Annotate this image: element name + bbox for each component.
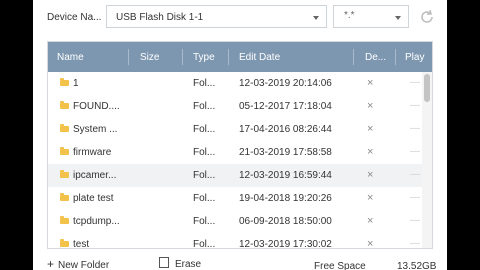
play-icon[interactable]: — <box>410 123 420 134</box>
file-name: ipcamer... <box>73 170 117 181</box>
play-icon[interactable]: — <box>410 146 420 157</box>
file-name: FOUND.... <box>73 101 120 112</box>
delete-icon[interactable]: × <box>367 238 373 248</box>
scrollbar[interactable] <box>422 72 432 248</box>
chevron-down-icon <box>395 16 401 20</box>
play-icon[interactable]: — <box>410 100 420 111</box>
delete-icon[interactable]: × <box>367 192 373 204</box>
file-name: System ... <box>73 124 118 135</box>
free-space-label: Free Space <box>314 261 366 270</box>
folder-icon <box>60 78 69 86</box>
file-edit-date: 06-09-2018 18:50:00 <box>239 216 332 227</box>
file-type: Fol... <box>193 124 216 135</box>
file-type: Fol... <box>193 101 216 112</box>
erase-button[interactable]: Erase <box>159 257 201 270</box>
play-icon[interactable]: — <box>410 169 420 180</box>
device-row: Device Na... USB Flash Disk 1-1 *.* <box>33 0 447 34</box>
device-select[interactable]: USB Flash Disk 1-1 <box>106 5 327 28</box>
column-divider <box>395 49 396 65</box>
file-edit-date: 12-03-2019 17:30:02 <box>239 239 332 249</box>
table-row[interactable]: System ... Fol... 17-04-2016 08:26:44 × — <box>48 118 422 141</box>
file-type: Fol... <box>193 193 216 204</box>
free-space-value: 13.52GB <box>397 261 437 270</box>
device-select-value: USB Flash Disk 1-1 <box>116 12 204 23</box>
file-name: plate test <box>73 193 114 204</box>
eraser-icon <box>159 257 169 268</box>
column-delete[interactable]: De... <box>365 52 386 63</box>
column-size[interactable]: Size <box>140 52 159 63</box>
file-manager-panel: Device Na... USB Flash Disk 1-1 *.* Name… <box>33 0 447 270</box>
file-edit-date: 17-04-2016 08:26:44 <box>239 124 332 135</box>
table-row[interactable]: plate test Fol... 19-04-2018 19:20:26 × — <box>48 187 422 210</box>
table-row[interactable]: tcpdump... Fol... 06-09-2018 18:50:00 × — <box>48 210 422 233</box>
folder-icon <box>60 193 69 201</box>
file-type: Fol... <box>193 147 216 158</box>
file-edit-date: 21-03-2019 17:58:58 <box>239 147 332 158</box>
play-icon[interactable]: — <box>410 238 420 248</box>
delete-icon[interactable]: × <box>367 100 373 112</box>
column-edit-date[interactable]: Edit Date <box>239 52 280 63</box>
play-icon[interactable]: — <box>410 215 420 226</box>
file-edit-date: 12-03-2019 20:14:06 <box>239 78 332 89</box>
delete-icon[interactable]: × <box>367 123 373 135</box>
folder-icon <box>60 216 69 224</box>
file-type: Fol... <box>193 216 216 227</box>
column-name[interactable]: Name <box>57 52 84 63</box>
delete-icon[interactable]: × <box>367 77 373 89</box>
scrollbar-thumb[interactable] <box>424 74 430 102</box>
table-row[interactable]: test Fol... 12-03-2019 17:30:02 × — <box>48 233 422 249</box>
file-type: Fol... <box>193 239 216 249</box>
file-name: firmware <box>73 147 112 158</box>
column-divider <box>182 49 183 65</box>
table-row[interactable]: firmware Fol... 21-03-2019 17:58:58 × — <box>48 141 422 164</box>
column-divider <box>353 49 354 65</box>
file-type: Fol... <box>193 170 216 181</box>
erase-label: Erase <box>175 259 202 270</box>
file-name: 1 <box>73 78 79 89</box>
footer-bar: + New Folder Erase Free Space 13.52GB <box>33 253 447 270</box>
file-type: Fol... <box>193 78 216 89</box>
refresh-icon[interactable] <box>418 8 436 26</box>
column-divider <box>128 49 129 65</box>
folder-icon <box>60 124 69 132</box>
folder-icon <box>60 101 69 109</box>
table-row[interactable]: 1 Fol... 12-03-2019 20:14:06 × — <box>48 72 422 95</box>
plus-icon: + <box>47 257 55 270</box>
column-divider <box>228 49 229 65</box>
column-type[interactable]: Type <box>193 52 215 63</box>
file-name: test <box>73 239 90 249</box>
delete-icon[interactable]: × <box>367 146 373 158</box>
file-edit-date: 19-04-2018 19:20:26 <box>239 193 332 204</box>
chevron-down-icon <box>313 16 319 20</box>
file-type-select[interactable]: *.* <box>333 5 409 28</box>
delete-icon[interactable]: × <box>367 169 373 181</box>
play-icon[interactable]: — <box>410 192 420 203</box>
file-type-value: *.* <box>344 10 355 21</box>
new-folder-button[interactable]: + New Folder <box>47 257 109 270</box>
folder-icon <box>60 239 69 247</box>
delete-icon[interactable]: × <box>367 215 373 227</box>
play-icon[interactable]: — <box>410 77 420 88</box>
folder-icon <box>60 147 69 155</box>
folder-icon <box>60 170 69 178</box>
device-name-label: Device Na... <box>47 12 102 23</box>
table-row[interactable]: ipcamer... Fol... 12-03-2019 16:59:44 × — <box>48 164 422 187</box>
new-folder-label: New Folder <box>58 260 110 270</box>
file-name: tcpdump... <box>73 216 120 227</box>
table-row[interactable]: FOUND.... Fol... 05-12-2017 17:18:04 × — <box>48 95 422 118</box>
file-table: Name Size Type Edit Date De... Play 1 Fol… <box>47 41 433 249</box>
file-edit-date: 12-03-2019 16:59:44 <box>239 170 332 181</box>
table-header: Name Size Type Edit Date De... Play <box>48 42 432 72</box>
file-edit-date: 05-12-2017 17:18:04 <box>239 101 332 112</box>
column-play[interactable]: Play <box>405 52 424 63</box>
